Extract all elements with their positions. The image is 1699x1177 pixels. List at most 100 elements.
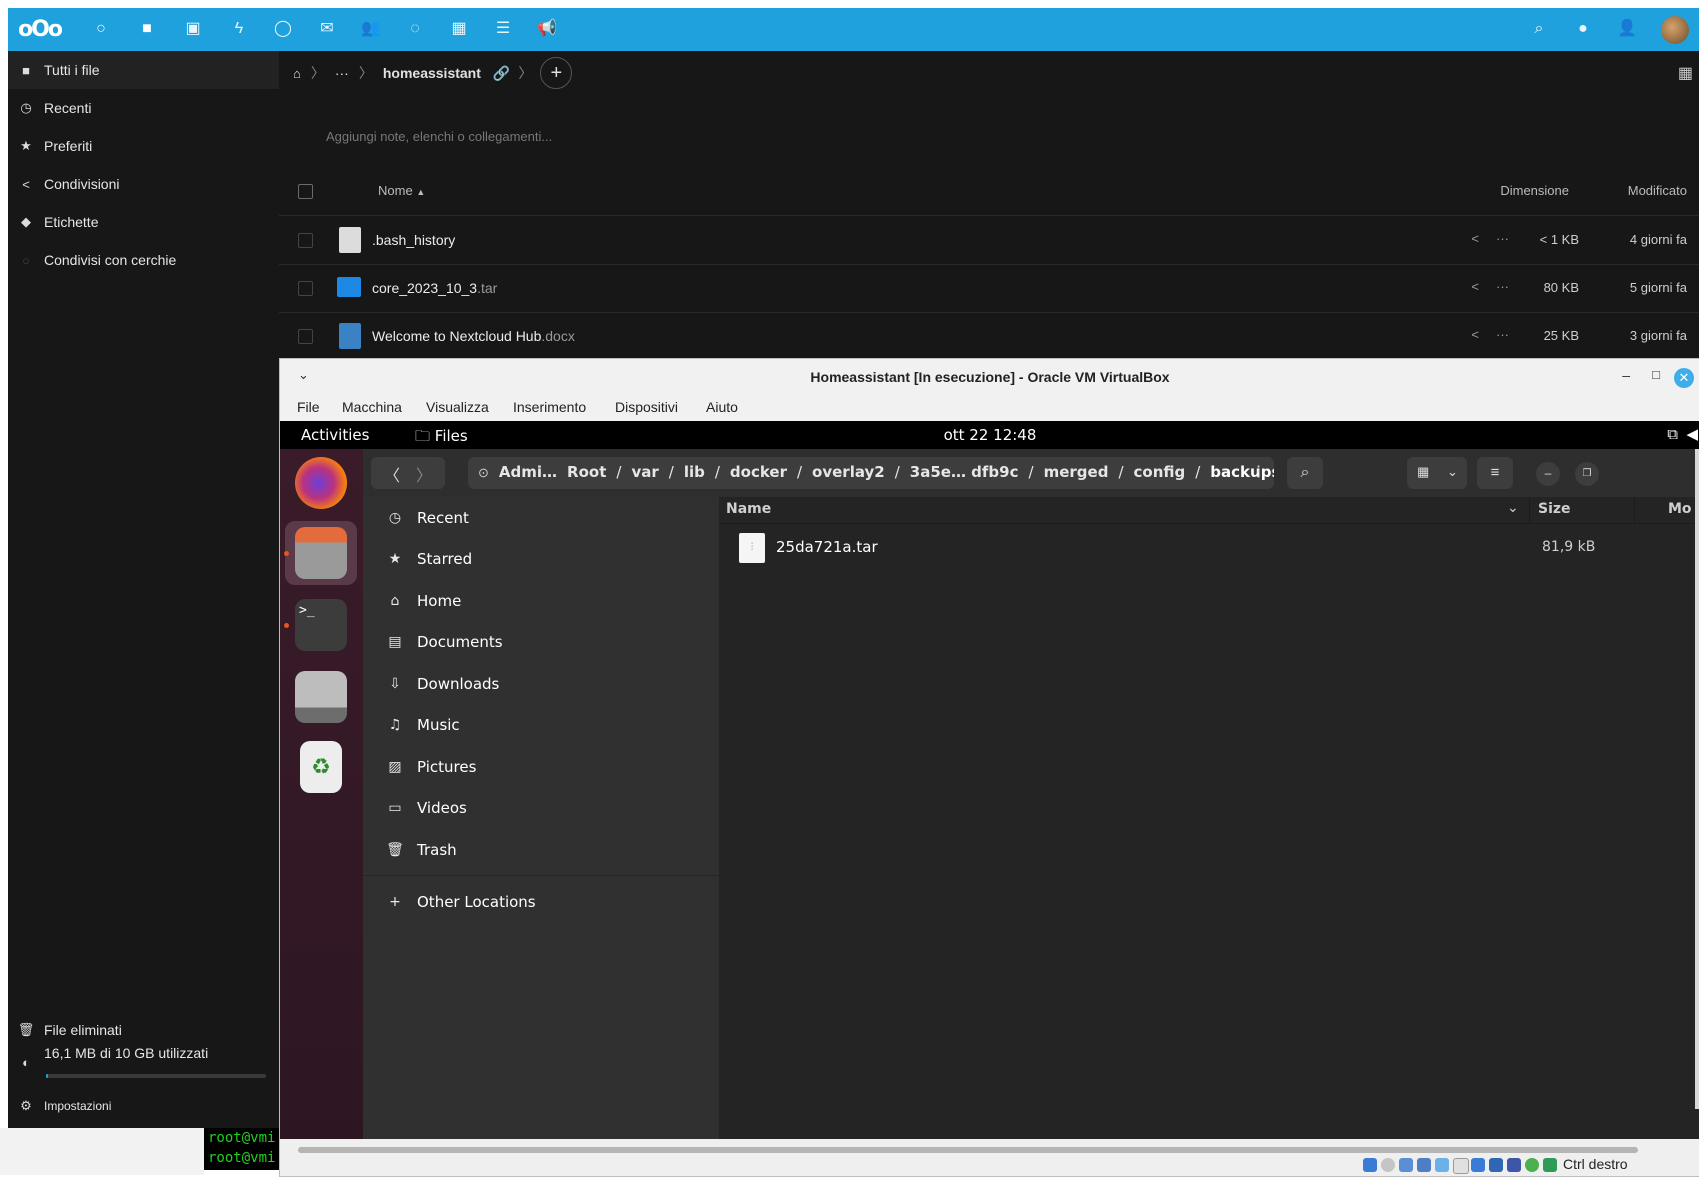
contacts-menu-icon[interactable]: 👤: [1616, 18, 1638, 40]
table-row[interactable]: Welcome to Nextcloud Hub.docx < ··· 25 K…: [279, 312, 1699, 360]
maximize-button[interactable]: □: [1652, 367, 1660, 382]
path-crumb[interactable]: Root: [567, 463, 606, 483]
sidebar-item-circles[interactable]: ○ Condivisi con cerchie: [8, 241, 279, 279]
share-icon[interactable]: <: [1471, 327, 1479, 342]
sidebar-item-favorites[interactable]: ★ Preferiti: [8, 127, 279, 165]
place-trash[interactable]: 🗑 Trash: [363, 831, 719, 869]
main-menu-button[interactable]: ≡: [1477, 457, 1513, 489]
minimize-button[interactable]: –: [1622, 367, 1630, 383]
keyboard-capture-icon[interactable]: [1543, 1158, 1557, 1172]
menu-view[interactable]: Visualizza: [426, 399, 489, 415]
column-name[interactable]: Nome ▲: [378, 183, 425, 198]
path-crumb[interactable]: 3a5e… dfb9c: [910, 463, 1019, 483]
breadcrumb-ellipsis[interactable]: ···: [335, 65, 349, 81]
notifications-icon[interactable]: ●: [1572, 18, 1594, 40]
breadcrumb-current-folder[interactable]: homeassistant: [383, 65, 481, 81]
circles-icon[interactable]: ◌: [404, 18, 426, 40]
place-pictures[interactable]: ▨ Pictures: [363, 748, 719, 786]
optical-drive-icon[interactable]: [1381, 1158, 1395, 1172]
new-button[interactable]: +: [540, 57, 573, 89]
place-downloads[interactable]: ⇩ Downloads: [363, 665, 719, 703]
files-icon[interactable]: ■: [136, 18, 158, 40]
table-row[interactable]: .bash_history < ··· < 1 KB 4 giorni fa: [279, 216, 1699, 265]
column-modified[interactable]: Mo: [1668, 501, 1692, 517]
dashboard-icon[interactable]: ○: [90, 18, 112, 40]
chevron-down-icon[interactable]: ⌄: [1447, 464, 1458, 480]
place-home[interactable]: ⌂ Home: [363, 582, 719, 620]
trash-icon[interactable]: ♻: [300, 741, 342, 793]
back-button[interactable]: 〈: [384, 462, 400, 486]
menu-input[interactable]: Inserimento: [513, 399, 586, 415]
link-icon[interactable]: 🔗: [493, 65, 510, 82]
network-adapter-icon[interactable]: [1417, 1158, 1431, 1172]
guest-display[interactable]: Activities 🗀 Files ott 22 12:48 ⧉ ◀ >_ ♻…: [280, 421, 1699, 1139]
row-checkbox[interactable]: [298, 233, 313, 248]
list-item[interactable]: ⫶ 25da721a.tar 81,9 kB: [719, 529, 1699, 567]
horizontal-scrollbar[interactable]: [298, 1147, 1638, 1153]
terminal-window[interactable]: root@vmi root@vmi: [204, 1128, 284, 1170]
row-checkbox[interactable]: [298, 329, 313, 344]
file-view[interactable]: Name ⌄ Size Mo ⫶ 25da721a.tar 81,9 kB: [719, 497, 1699, 1139]
path-crumb[interactable]: docker: [730, 463, 787, 483]
row-checkbox[interactable]: [298, 281, 313, 296]
minimize-button[interactable]: –: [1536, 462, 1560, 486]
announcements-icon[interactable]: 📢: [536, 18, 558, 40]
avatar[interactable]: [1661, 16, 1689, 44]
recording-icon[interactable]: [1489, 1158, 1503, 1172]
share-icon[interactable]: <: [1471, 231, 1479, 246]
file-name[interactable]: .bash_history: [372, 232, 455, 248]
path-crumb[interactable]: config: [1134, 463, 1186, 483]
path-bar[interactable]: ⊙ Admi… Root / var / lib / docker / over…: [468, 457, 1274, 489]
file-name[interactable]: core_2023_10_3.tar: [372, 280, 497, 296]
path-crumb[interactable]: merged: [1044, 463, 1109, 483]
menu-devices[interactable]: Dispositivi: [615, 399, 678, 415]
activity-icon[interactable]: ϟ: [228, 18, 250, 40]
vt-x-icon[interactable]: [1507, 1158, 1521, 1172]
place-documents[interactable]: ▤ Documents: [363, 623, 719, 661]
table-row[interactable]: core_2023_10_3.tar < ··· 80 KB 5 giorni …: [279, 264, 1699, 313]
settings-button[interactable]: ⚙ Impostazioni: [8, 1087, 279, 1125]
sidebar-item-all-files[interactable]: ■ Tutti i file: [8, 51, 279, 89]
chevron-down-icon[interactable]: ⌄: [298, 367, 309, 383]
volume-icon[interactable]: ◀: [1686, 425, 1698, 443]
sidebar-item-deleted-files[interactable]: 🗑 File eliminati: [8, 1011, 279, 1049]
shared-folders-icon[interactable]: [1453, 1158, 1469, 1174]
audio-icon[interactable]: [1399, 1158, 1413, 1172]
virtualbox-titlebar[interactable]: Homeassistant [In esecuzione] - Oracle V…: [280, 359, 1699, 395]
search-button[interactable]: ⌕: [1287, 457, 1323, 489]
restore-button[interactable]: ❐: [1575, 462, 1599, 486]
path-crumb[interactable]: lib: [684, 463, 705, 483]
column-modified[interactable]: Modificato: [1628, 183, 1687, 198]
share-icon[interactable]: <: [1471, 279, 1479, 294]
forward-button[interactable]: 〉: [416, 462, 432, 486]
close-button[interactable]: ✕: [1674, 368, 1694, 388]
contacts-icon[interactable]: 👥: [360, 18, 382, 40]
menu-help[interactable]: Aiuto: [706, 399, 738, 415]
mail-icon[interactable]: ✉: [316, 18, 338, 40]
place-videos[interactable]: ▭ Videos: [363, 789, 719, 827]
path-crumb[interactable]: Admi…: [499, 463, 557, 483]
home-icon[interactable]: ⌂: [293, 66, 301, 81]
column-size[interactable]: Dimensione: [1500, 183, 1569, 198]
sidebar-item-shares[interactable]: < Condivisioni: [8, 165, 279, 203]
menu-machine[interactable]: Macchina: [342, 399, 402, 415]
path-crumb[interactable]: var: [631, 463, 658, 483]
clock[interactable]: ott 22 12:48: [280, 426, 1699, 444]
usb-icon[interactable]: [1435, 1158, 1449, 1172]
place-music[interactable]: ♫ Music: [363, 706, 719, 744]
talk-icon[interactable]: ◯: [272, 18, 294, 40]
menu-file[interactable]: File: [297, 399, 320, 415]
terminal-icon[interactable]: >_: [295, 599, 347, 651]
grid-view-icon[interactable]: ▦: [1417, 464, 1429, 480]
path-menu-icon[interactable]: ⋮: [1251, 462, 1266, 480]
display-icon[interactable]: [1471, 1158, 1485, 1172]
column-name[interactable]: Name: [726, 501, 771, 517]
sidebar-item-tags[interactable]: ◆ Etichette: [8, 203, 279, 241]
place-other-locations[interactable]: + Other Locations: [363, 883, 719, 921]
files-app-icon[interactable]: [295, 527, 347, 579]
drive-icon[interactable]: [295, 671, 347, 723]
firefox-icon[interactable]: [295, 457, 347, 509]
mouse-integration-icon[interactable]: [1525, 1158, 1539, 1172]
file-name[interactable]: Welcome to Nextcloud Hub.docx: [372, 328, 575, 344]
rich-workspace-placeholder[interactable]: Aggiungi note, elenchi o collegamenti...: [326, 129, 552, 144]
